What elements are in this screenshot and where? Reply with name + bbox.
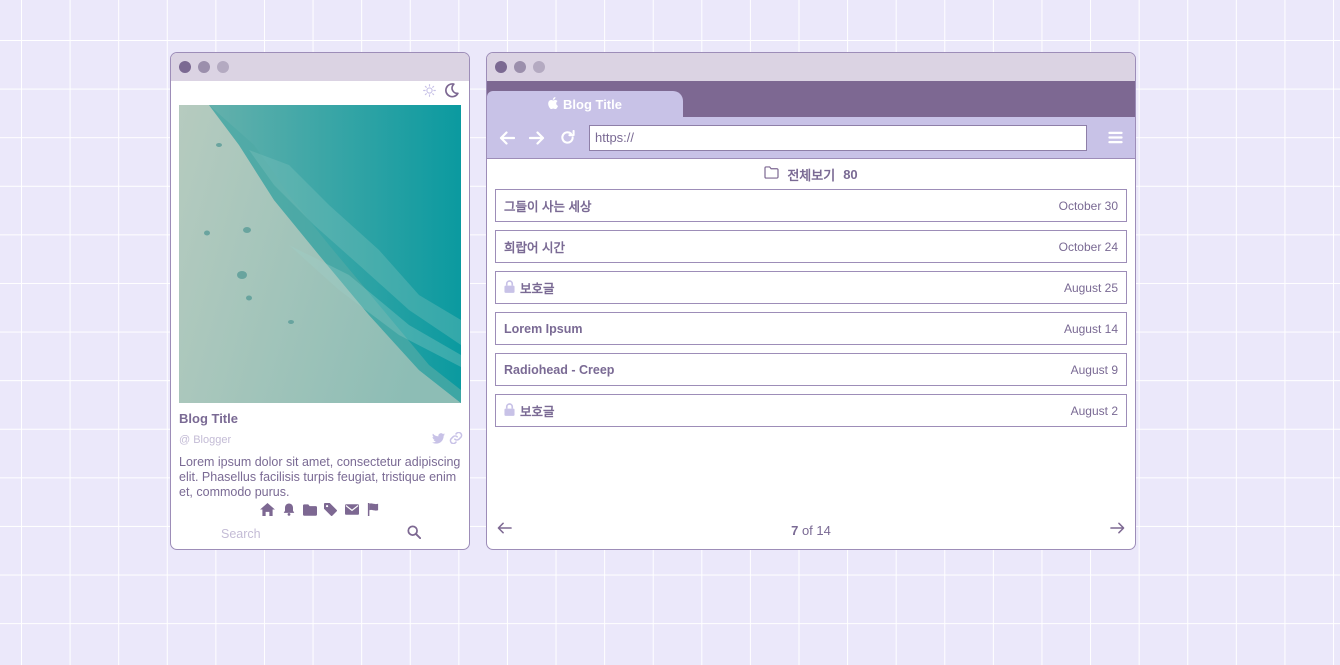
lock-icon	[504, 402, 515, 419]
post-date: August 9	[1070, 362, 1118, 377]
url-input[interactable]	[589, 124, 1087, 151]
post-title-group: 그들이 사는 세상	[504, 196, 591, 215]
window-minimize-dot[interactable]	[198, 61, 210, 73]
total-pages: 14	[816, 522, 831, 538]
post-date: August 25	[1063, 280, 1118, 295]
home-icon[interactable]	[260, 502, 275, 517]
profile-info: Blog Title @ Blogger Lorem ipsum dolor s…	[179, 411, 463, 500]
post-row[interactable]: Radiohead - Creep August 9	[495, 353, 1127, 386]
prev-page-arrow-icon[interactable]	[497, 521, 512, 539]
profile-window: Blog Title @ Blogger Lorem ipsum dolor s…	[170, 52, 470, 550]
browser-titlebar	[487, 53, 1135, 81]
post-title: Lorem Ipsum	[504, 321, 583, 336]
category-label: 전체보기	[787, 167, 836, 183]
back-arrow-icon[interactable]	[497, 128, 517, 148]
window-maximize-dot[interactable]	[217, 61, 229, 73]
blogger-name: @ Blogger	[179, 434, 232, 446]
profile-titlebar	[171, 53, 469, 81]
blog-title[interactable]: Blog Title	[179, 411, 463, 426]
tag-icon[interactable]	[323, 502, 338, 517]
link-icon[interactable]	[449, 431, 463, 449]
sun-icon[interactable]	[423, 84, 436, 102]
social-links	[432, 431, 463, 449]
post-date: October 30	[1058, 198, 1118, 213]
folder-outline-icon	[764, 166, 779, 182]
lock-icon	[504, 279, 515, 296]
post-title-group: 희랍어 시간	[504, 237, 565, 256]
moon-icon[interactable]	[444, 83, 459, 103]
post-list: 그들이 사는 세상 October 30 희랍어 시간 October 24 보호글 Au…	[487, 189, 1135, 427]
pagination: 7 of 14	[487, 519, 1135, 541]
post-date: August 2	[1070, 403, 1118, 418]
hamburger-menu-icon[interactable]	[1105, 128, 1125, 148]
post-row[interactable]: 보호글 August 25	[495, 271, 1127, 304]
current-page: 7	[791, 522, 799, 538]
profile-search	[221, 524, 422, 544]
window-close-dot[interactable]	[179, 61, 191, 73]
category-header[interactable]: 전체보기 80	[487, 159, 1135, 189]
post-date: August 14	[1063, 321, 1118, 336]
browser-toolbar	[487, 117, 1135, 159]
window-close-dot[interactable]	[495, 61, 507, 73]
browser-window: Blog Title 전체보기 80 그들이 사는 세상 October 30 희랍…	[486, 52, 1136, 550]
next-page-arrow-icon[interactable]	[1110, 521, 1125, 539]
profile-menu	[171, 502, 469, 517]
window-maximize-dot[interactable]	[533, 61, 545, 73]
post-row[interactable]: Lorem Ipsum August 14	[495, 312, 1127, 345]
reload-icon[interactable]	[557, 128, 577, 148]
post-row[interactable]: 그들이 사는 세상 October 30	[495, 189, 1127, 222]
search-icon[interactable]	[407, 524, 422, 544]
post-title: 희랍어 시간	[504, 241, 565, 255]
page-indicator: 7 of 14	[791, 523, 831, 538]
post-title-group: Lorem Ipsum	[504, 322, 583, 336]
post-title: 보호글	[520, 405, 555, 419]
twitter-icon[interactable]	[432, 431, 445, 449]
forward-arrow-icon[interactable]	[527, 128, 547, 148]
blog-description: Lorem ipsum dolor sit amet, consectetur …	[179, 455, 461, 499]
apple-icon	[548, 96, 559, 112]
post-title-group: 보호글	[504, 278, 555, 297]
window-minimize-dot[interactable]	[514, 61, 526, 73]
category-count: 80	[843, 166, 858, 182]
post-row[interactable]: 보호글 August 2	[495, 394, 1127, 427]
search-input[interactable]	[221, 527, 391, 541]
cover-image	[179, 105, 461, 403]
flag-icon[interactable]	[365, 502, 380, 517]
post-title: 그들이 사는 세상	[504, 200, 592, 214]
theme-toggle-row	[171, 81, 469, 105]
post-title: Radiohead - Creep	[504, 362, 615, 377]
blogger-row: @ Blogger	[179, 431, 463, 449]
post-row[interactable]: 희랍어 시간 October 24	[495, 230, 1127, 263]
tab-blog-title[interactable]: Blog Title	[487, 91, 683, 117]
envelope-icon[interactable]	[344, 502, 359, 517]
folder-icon[interactable]	[302, 502, 317, 517]
post-title-group: Radiohead - Creep	[504, 363, 614, 377]
page-of-label: of	[801, 522, 813, 538]
post-date: October 24	[1058, 239, 1118, 254]
post-title: 보호글	[520, 282, 555, 296]
tab-label: Blog Title	[563, 96, 622, 112]
post-title-group: 보호글	[504, 401, 555, 420]
bell-icon[interactable]	[281, 502, 296, 517]
tab-strip: Blog Title	[487, 81, 1135, 117]
